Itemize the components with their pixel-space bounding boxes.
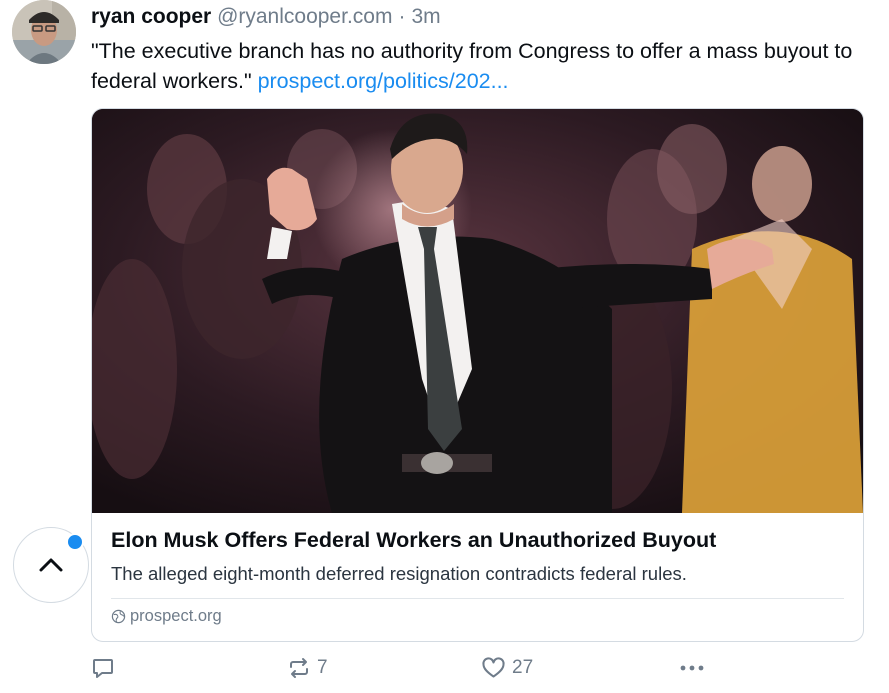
globe-icon (111, 609, 126, 624)
separator-dot: · (398, 5, 406, 28)
heart-icon (482, 657, 505, 678)
reply-icon (93, 659, 113, 678)
card-image (92, 109, 863, 513)
author-name[interactable]: ryan cooper (91, 5, 211, 28)
post-timestamp[interactable]: 3m (411, 5, 440, 28)
notification-dot (66, 533, 84, 551)
repost-icon (290, 658, 308, 678)
repost-button[interactable]: 7 (287, 656, 328, 680)
like-button[interactable]: 27 (481, 656, 533, 680)
more-icon (680, 665, 704, 671)
avatar-image (12, 0, 76, 64)
avatar[interactable] (12, 0, 76, 64)
card-domain: prospect.org (111, 607, 222, 626)
chevron-up-icon (39, 558, 63, 572)
like-count: 27 (512, 657, 534, 678)
post-text: "The executive branch has no authority f… (91, 36, 871, 96)
card-divider (111, 598, 844, 599)
repost-count: 7 (317, 657, 328, 678)
card-title[interactable]: Elon Musk Offers Federal Workers an Unau… (111, 528, 716, 553)
action-bar: 7 27 (91, 656, 871, 686)
author-handle[interactable]: @ryanlcooper.com (217, 5, 392, 28)
card-description: The alleged eight-month deferred resigna… (111, 563, 687, 584)
post: ryan cooper @ryanlcooper.com · 3m "The exe… (0, 0, 889, 693)
card-domain-text: prospect.org (130, 607, 222, 625)
card-photo (92, 109, 863, 513)
post-link[interactable]: prospect.org/politics/202... (258, 69, 509, 93)
post-header: ryan cooper @ryanlcooper.com · 3m (91, 4, 441, 30)
more-options-button[interactable] (678, 656, 706, 680)
reply-button[interactable] (91, 656, 121, 680)
link-card[interactable]: Elon Musk Offers Federal Workers an Unau… (91, 108, 864, 642)
